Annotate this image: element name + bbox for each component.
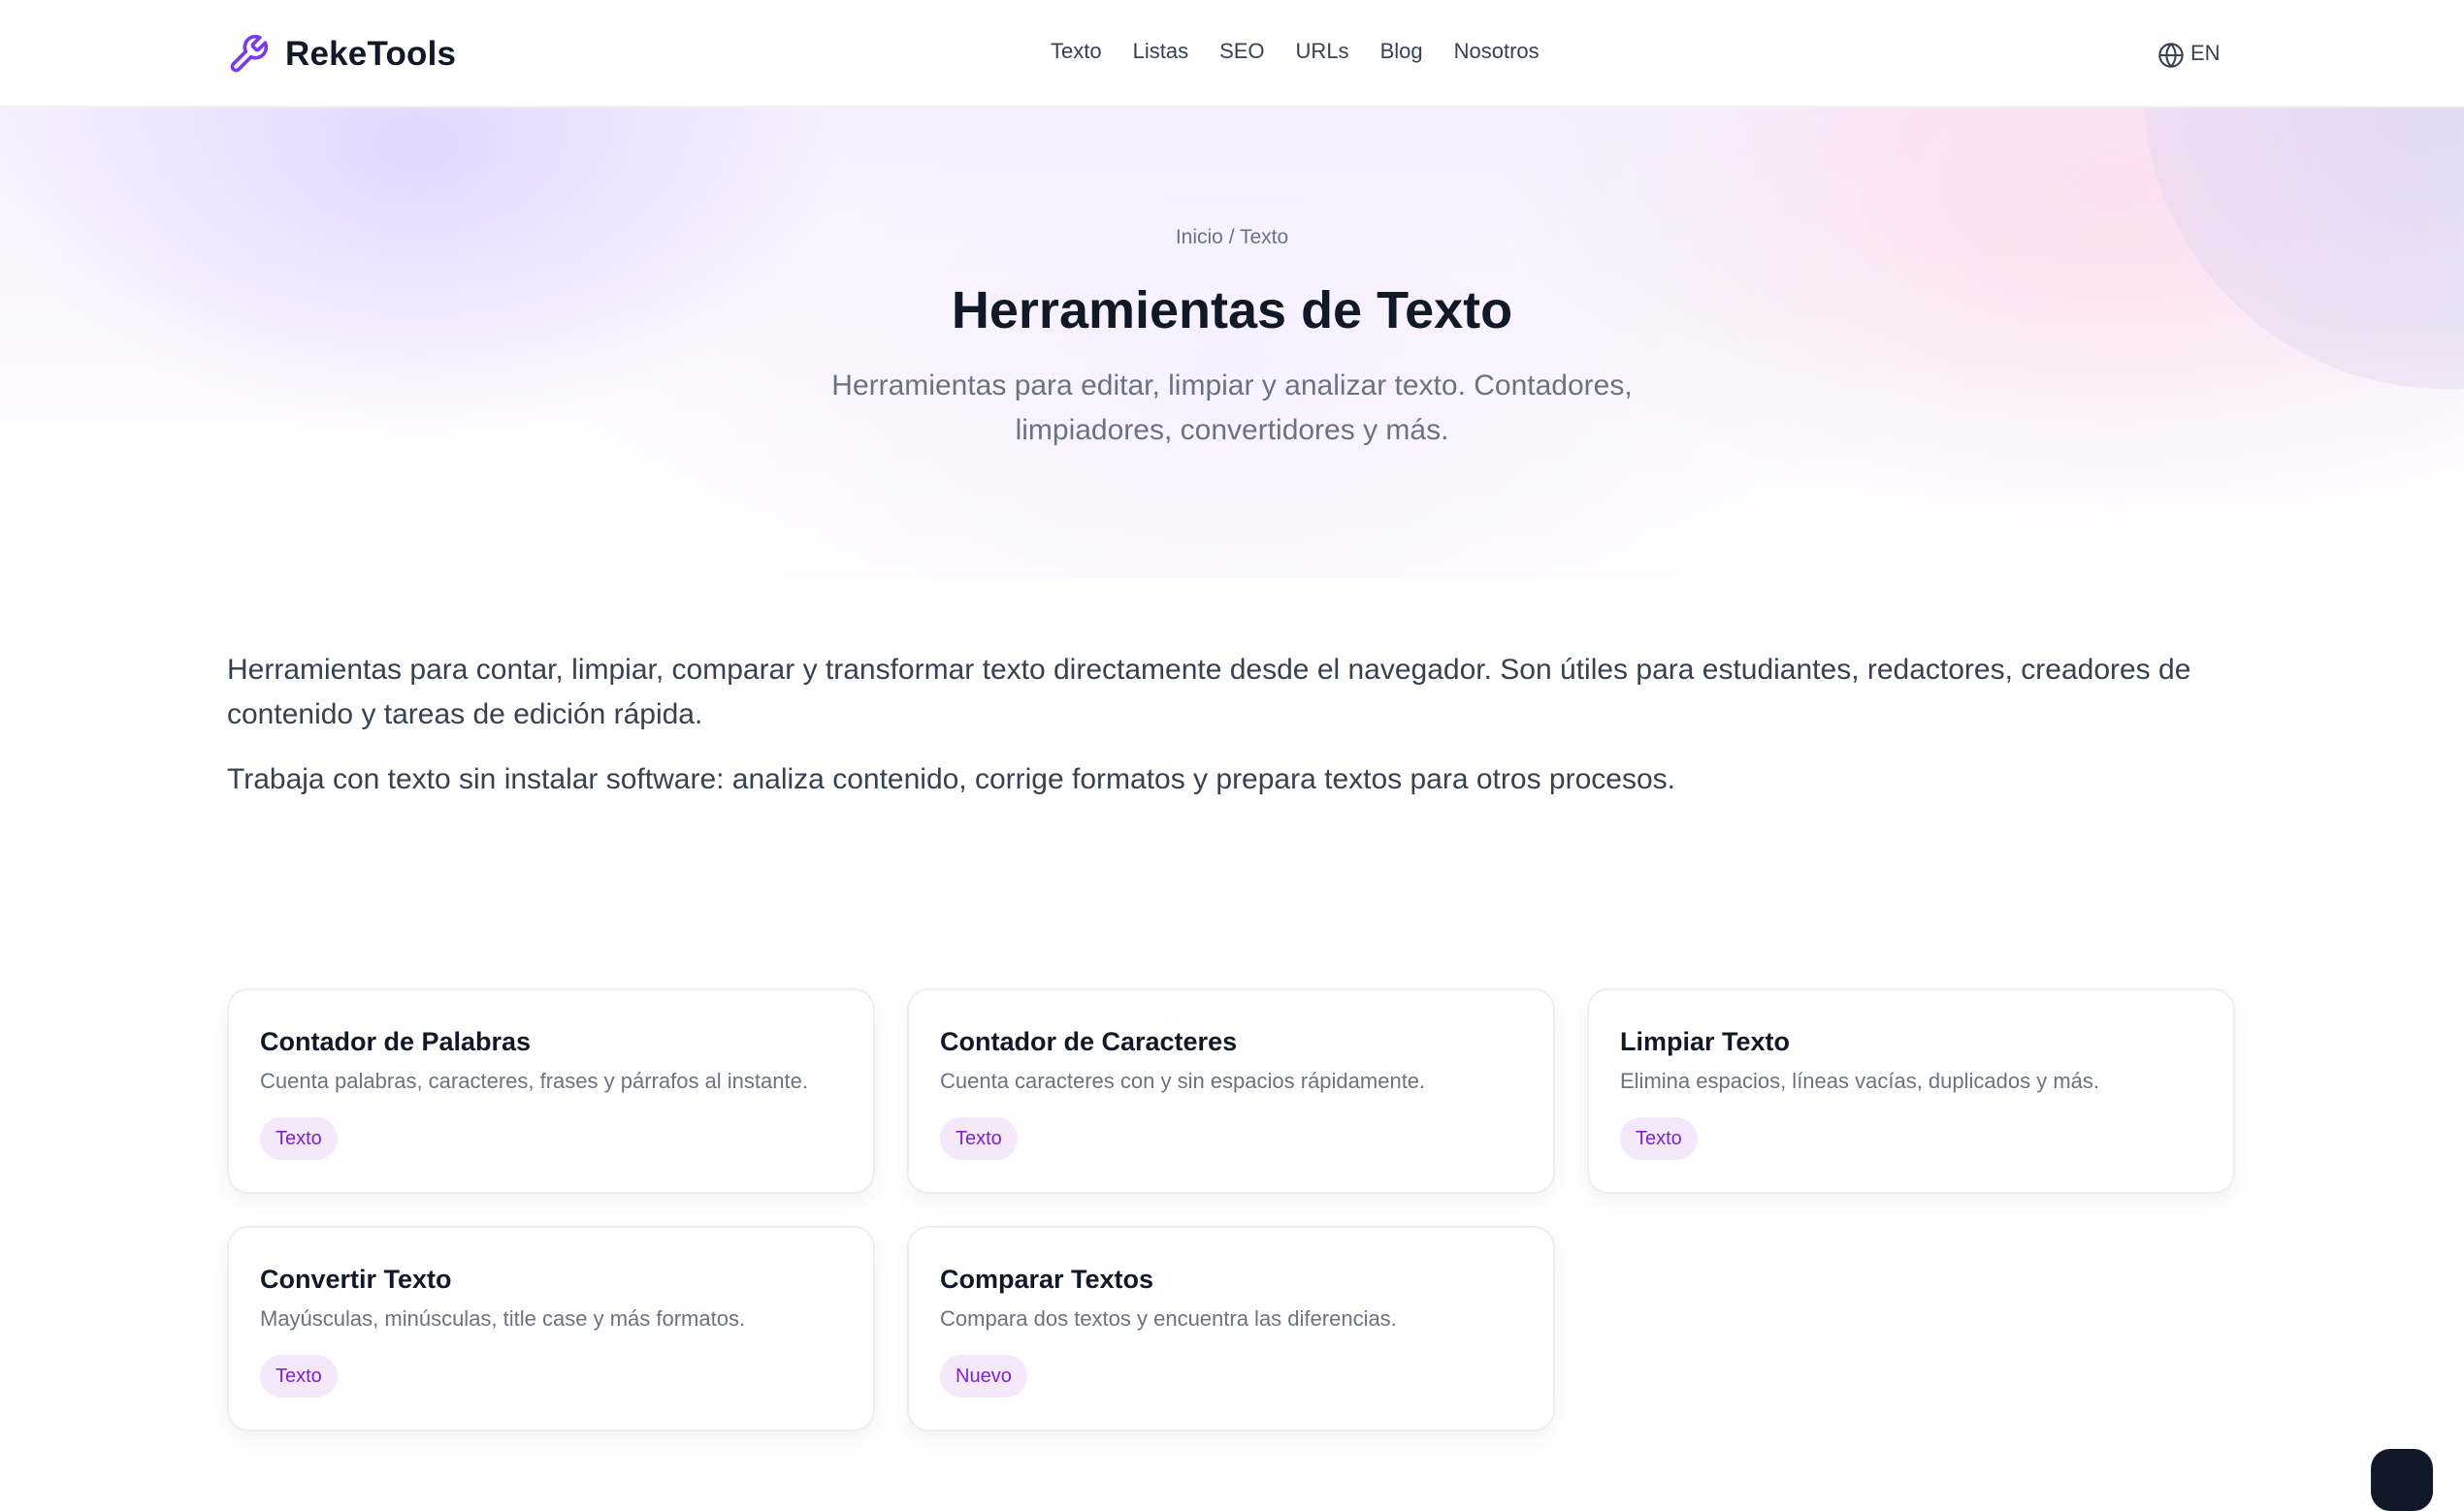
tools-grid: Contador de Palabras Cuenta palabras, ca… [227, 988, 2237, 1431]
intro-section: Herramientas para contar, limpiar, compa… [227, 648, 2245, 802]
breadcrumb-home[interactable]: Inicio [1176, 226, 1223, 248]
nav-item-urls[interactable]: URLs [1296, 39, 1349, 64]
tool-card-title: Contador de Palabras [260, 1027, 532, 1056]
tool-card-title: Limpiar Texto [1620, 1027, 1791, 1056]
tool-card-contador-palabras[interactable]: Contador de Palabras Cuenta palabras, ca… [227, 988, 875, 1194]
main-nav: Texto Listas SEO URLs Blog Nosotros [1051, 33, 1540, 70]
breadcrumb-separator: / [1228, 226, 1240, 248]
nav-item-listas[interactable]: Listas [1133, 39, 1188, 64]
nav-item-nosotros[interactable]: Nosotros [1454, 39, 1540, 64]
tool-card-title: Convertir Texto [260, 1265, 452, 1294]
tool-card-comparar-textos[interactable]: Comparar Textos Compara dos textos y enc… [907, 1226, 1555, 1431]
tool-card-description: Elimina espacios, líneas vacías, duplica… [1620, 1069, 2100, 1093]
floating-action-button[interactable] [2371, 1449, 2433, 1511]
site-header: RekeTools Texto Listas SEO URLs Blog Nos… [0, 0, 2464, 108]
hero-section: Inicio / Texto Herramientas de Texto Her… [0, 108, 2464, 578]
tool-card-description: Cuenta caracteres con y sin espacios ráp… [940, 1069, 1426, 1093]
logo-link[interactable]: RekeTools [227, 29, 456, 80]
globe-icon [2157, 42, 2185, 69]
language-label: EN [2190, 41, 2221, 65]
tool-card-title: Contador de Caracteres [940, 1027, 1238, 1056]
page-subtitle: Herramientas para editar, limpiar y anal… [831, 370, 1633, 446]
tool-card-badge: Nuevo [940, 1355, 1027, 1398]
tool-card-badge: Texto [260, 1117, 338, 1160]
logo-text: RekeTools [285, 35, 457, 73]
tool-card-description: Cuenta palabras, caracteres, frases y pá… [260, 1069, 808, 1093]
tool-card-badge: Texto [1620, 1117, 1698, 1160]
nav-item-blog[interactable]: Blog [1380, 39, 1423, 64]
tool-card-convertir-texto[interactable]: Convertir Texto Mayúsculas, minúsculas, … [227, 1226, 875, 1431]
nav-item-seo[interactable]: SEO [1219, 39, 1264, 64]
tool-card-badge: Texto [940, 1117, 1018, 1160]
page-title: Herramientas de Texto [951, 281, 1513, 339]
wrench-icon [227, 33, 270, 76]
tool-card-contador-caracteres[interactable]: Contador de Caracteres Cuenta caracteres… [907, 988, 1555, 1194]
intro-paragraph: Herramientas para contar, limpiar, compa… [227, 654, 2191, 730]
tool-card-badge: Texto [260, 1355, 338, 1398]
tool-card-description: Mayúsculas, minúsculas, title case y más… [260, 1306, 746, 1331]
tool-card-limpiar-texto[interactable]: Limpiar Texto Elimina espacios, líneas v… [1587, 988, 2235, 1194]
breadcrumb-current: Texto [1239, 226, 1289, 248]
intro-paragraph: Trabaja con texto sin instalar software:… [227, 763, 1675, 795]
breadcrumb: Inicio / Texto [0, 226, 2464, 249]
language-switch[interactable]: EN [2157, 35, 2221, 72]
tool-card-title: Comparar Textos [940, 1265, 1154, 1294]
tool-card-description: Compara dos textos y encuentra las difer… [940, 1306, 1397, 1331]
nav-item-texto[interactable]: Texto [1051, 39, 1102, 64]
